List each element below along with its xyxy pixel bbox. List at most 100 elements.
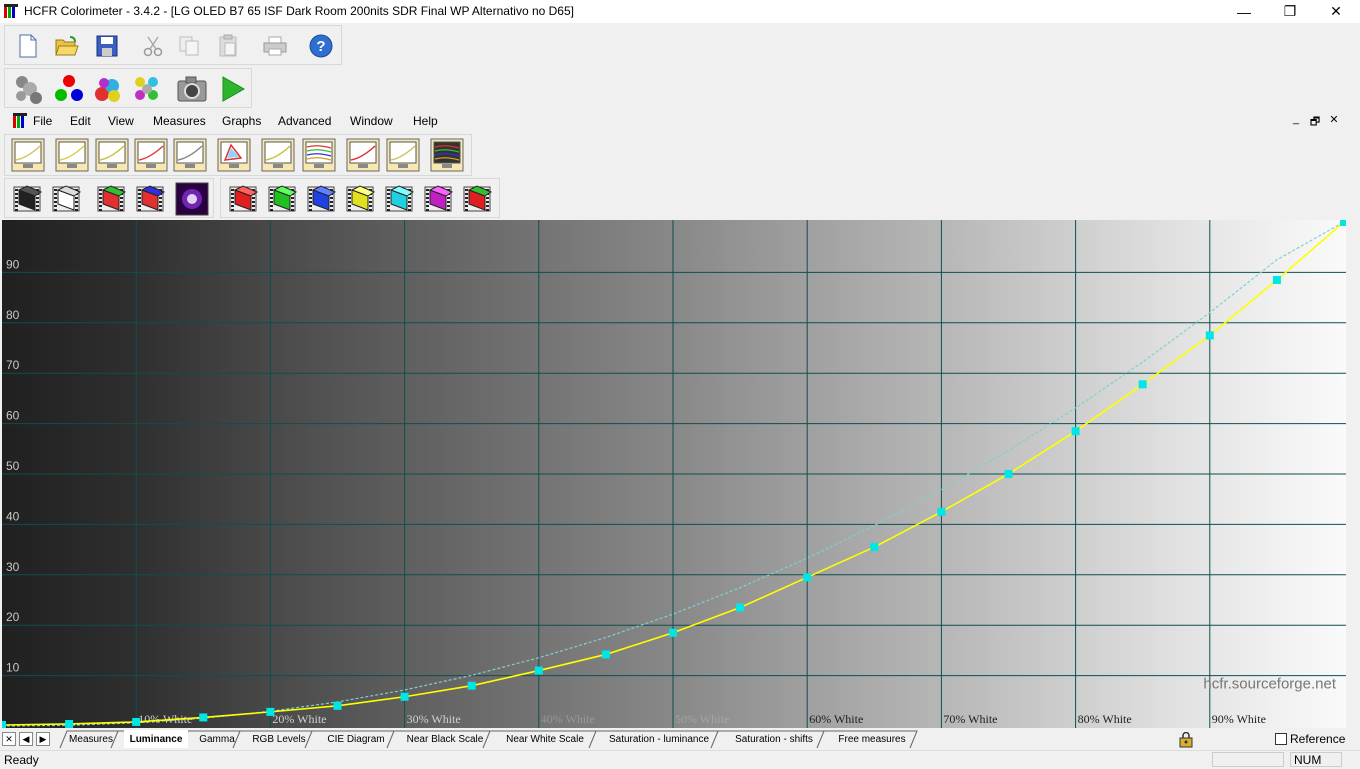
mdi-minimize-button[interactable]: _: [1287, 113, 1305, 125]
menu-graphs[interactable]: Graphs: [222, 114, 261, 128]
color-balls-icon: [95, 78, 120, 102]
tab-close-button[interactable]: ✕: [2, 732, 16, 746]
lock-icon[interactable]: [1178, 732, 1194, 748]
menu-edit[interactable]: Edit: [70, 114, 91, 128]
near-black-graph-button[interactable]: [173, 138, 207, 172]
measured-point[interactable]: [65, 719, 74, 728]
rgb-measure-button[interactable]: [52, 72, 86, 106]
measured-point[interactable]: [870, 543, 879, 552]
gray-ramp-pattern-button[interactable]: [95, 182, 129, 216]
paste-button[interactable]: [211, 29, 245, 63]
rgb-levels-graph-button[interactable]: [134, 138, 168, 172]
menu-help[interactable]: Help: [413, 114, 438, 128]
measured-point[interactable]: [736, 603, 745, 612]
tab-gamma[interactable]: Gamma: [194, 730, 240, 748]
luminance-chart[interactable]: 10 20 30 40 50 60 70 80 90 10% White 20% White 30% …: [2, 220, 1346, 728]
tab-near-black-scale[interactable]: Near Black Scale: [400, 730, 490, 748]
free-measures-graph-button[interactable]: [430, 138, 464, 172]
saturation-shift-graph-button[interactable]: [346, 138, 380, 172]
play-button[interactable]: [216, 72, 250, 106]
minimize-button[interactable]: —: [1221, 0, 1267, 23]
cyan-pattern-icon: [385, 185, 415, 212]
measured-point[interactable]: [2, 720, 6, 728]
play-icon: [222, 76, 246, 102]
close-button[interactable]: ✕: [1313, 0, 1359, 23]
near-white-graph-button[interactable]: [261, 138, 295, 172]
status-text: Ready: [4, 753, 39, 767]
tab-near-white-scale[interactable]: Near White Scale: [496, 730, 594, 748]
yellow-pattern-button[interactable]: [344, 182, 378, 216]
tab-rgb-levels[interactable]: RGB Levels: [246, 730, 312, 748]
menu-file[interactable]: File: [33, 114, 52, 128]
tab-saturation-shifts[interactable]: Saturation - shifts: [724, 730, 824, 748]
saturation-shift-graph-icon: [346, 138, 380, 172]
measured-point[interactable]: [1138, 380, 1147, 389]
measured-point[interactable]: [669, 628, 677, 637]
open-file-button[interactable]: [50, 29, 84, 63]
measured-point[interactable]: [1071, 427, 1080, 436]
menu-window[interactable]: Window: [350, 114, 393, 128]
save-button[interactable]: [90, 29, 124, 63]
cyan-pattern-button[interactable]: [383, 182, 417, 216]
green-pattern-button[interactable]: [266, 182, 300, 216]
menu-view[interactable]: View: [108, 114, 134, 128]
mdi-close-button[interactable]: ✕: [1325, 113, 1343, 126]
saturation-lum-graph-button[interactable]: [302, 138, 336, 172]
window-title: HCFR Colorimeter - 3.4.2 - [LG OLED B7 6…: [24, 4, 574, 18]
tab-measures[interactable]: Measures: [64, 730, 118, 748]
new-document-button[interactable]: [11, 29, 45, 63]
cut-button[interactable]: [136, 29, 170, 63]
print-button[interactable]: [258, 29, 292, 63]
measured-point[interactable]: [467, 681, 476, 690]
measured-point[interactable]: [601, 650, 610, 659]
white-pattern-button[interactable]: [50, 182, 84, 216]
tab-free-measures[interactable]: Free measures: [830, 730, 914, 748]
white-pattern-icon: [52, 185, 82, 212]
menu-advanced[interactable]: Advanced: [278, 114, 331, 128]
blue-pattern-button[interactable]: [305, 182, 339, 216]
gamma-graph-icon: [95, 138, 129, 172]
yellow-pattern-icon: [346, 185, 376, 212]
status-bar: Ready NUM: [0, 750, 1360, 769]
black-pattern-button[interactable]: [11, 182, 45, 216]
measured-point[interactable]: [333, 701, 342, 710]
gray-steps-pattern-button[interactable]: [134, 182, 168, 216]
tab-cie-diagram[interactable]: CIE Diagram: [318, 730, 394, 748]
color-temp-graph-button[interactable]: [386, 138, 420, 172]
sensor-button[interactable]: [11, 72, 45, 106]
reference-checkbox[interactable]: [1275, 733, 1287, 745]
measured-point[interactable]: [400, 692, 409, 701]
measured-point[interactable]: [199, 713, 208, 722]
tab-luminance[interactable]: Luminance: [124, 730, 188, 748]
color-measure-button[interactable]: [91, 72, 125, 106]
camera-button[interactable]: [175, 72, 209, 106]
cie-diagram-graph-button[interactable]: [217, 138, 251, 172]
measured-point[interactable]: [937, 507, 946, 516]
gray-ramp-pattern-icon: [97, 185, 127, 212]
copy-icon: [179, 36, 199, 56]
luminance-graph-button[interactable]: [55, 138, 89, 172]
copy-button[interactable]: [172, 29, 206, 63]
measured-point[interactable]: [1004, 470, 1013, 478]
tab-scroll-left-button[interactable]: ◀: [19, 732, 33, 746]
measured-point[interactable]: [1272, 275, 1281, 284]
tab-scroll-right-button[interactable]: ▶: [36, 732, 50, 746]
color-grid-button[interactable]: [130, 72, 164, 106]
measured-point[interactable]: [132, 717, 141, 726]
measured-point[interactable]: [803, 573, 812, 582]
tab-saturation-luminance[interactable]: Saturation - luminance: [600, 730, 718, 748]
help-button[interactable]: ?: [304, 29, 338, 63]
mixed-pattern-button[interactable]: [461, 182, 495, 216]
x-category-label: 30% White: [407, 712, 461, 726]
animation-pattern-button[interactable]: [175, 182, 209, 216]
gamma-graph-button[interactable]: [95, 138, 129, 172]
restore-button[interactable]: ❐: [1267, 0, 1313, 23]
measured-point[interactable]: [1205, 331, 1214, 340]
mdi-restore-button[interactable]: 🗗: [1306, 113, 1324, 132]
measured-point[interactable]: [266, 707, 275, 716]
measures-table-button[interactable]: [11, 138, 45, 172]
magenta-pattern-button[interactable]: [422, 182, 456, 216]
menu-measures[interactable]: Measures: [153, 114, 206, 128]
measured-point[interactable]: [534, 666, 543, 675]
red-pattern-button[interactable]: [227, 182, 261, 216]
